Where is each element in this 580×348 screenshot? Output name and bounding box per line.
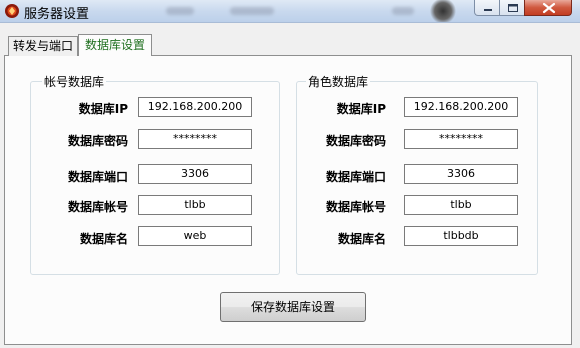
role-db-password-input[interactable]: ********: [404, 129, 518, 149]
blurred-background-text: [166, 7, 194, 15]
role-db-account-label: 数据库帐号: [325, 200, 386, 214]
role-db-ip-label: 数据库IP: [336, 102, 386, 116]
role-db-port-input[interactable]: 3306: [404, 164, 518, 184]
title-bar[interactable]: 服务器设置: [0, 0, 580, 23]
role-db-ip-input[interactable]: 192.168.200.200: [404, 97, 518, 117]
minimize-button[interactable]: [474, 0, 500, 16]
account-db-ip-label: 数据库IP: [78, 102, 128, 116]
account-db-account-input[interactable]: tlbb: [138, 195, 252, 215]
account-db-port-input[interactable]: 3306: [138, 164, 252, 184]
close-icon: [542, 2, 556, 14]
close-button[interactable]: [524, 0, 572, 16]
account-db-title: 帐号数据库: [42, 73, 107, 90]
role-db-name-input[interactable]: tlbbdb: [404, 226, 518, 246]
account-db-name-input[interactable]: web: [138, 226, 252, 246]
maximize-button[interactable]: [499, 0, 525, 16]
window-title: 服务器设置: [24, 7, 90, 22]
account-db-password-label: 数据库密码: [67, 134, 128, 148]
save-database-settings-button[interactable]: 保存数据库设置: [220, 292, 366, 322]
server-settings-window: 服务器设置 转发与端口 数据库设置 帐号数据库 数据库IP 192.168.20…: [0, 0, 580, 348]
active-tab-join: [79, 54, 151, 56]
blurred-background-icon: [428, 0, 458, 22]
maximize-icon: [508, 4, 518, 12]
tab-database-settings[interactable]: 数据库设置: [78, 34, 152, 56]
blurred-background-text: [392, 7, 414, 15]
account-db-account-label: 数据库帐号: [67, 200, 128, 214]
app-icon: [4, 3, 20, 19]
role-db-name-label: 数据库名: [337, 232, 386, 246]
role-db-title: 角色数据库: [306, 73, 371, 90]
account-db-ip-input[interactable]: 192.168.200.200: [138, 97, 252, 117]
blurred-background-text: [230, 7, 274, 15]
role-db-port-label: 数据库端口: [325, 170, 386, 184]
role-db-password-label: 数据库密码: [325, 134, 386, 148]
account-db-password-input[interactable]: ********: [138, 129, 252, 149]
account-db-port-label: 数据库端口: [67, 170, 128, 184]
role-db-account-input[interactable]: tlbb: [404, 195, 518, 215]
account-db-name-label: 数据库名: [79, 232, 128, 246]
tab-forward-port[interactable]: 转发与端口: [8, 36, 78, 56]
minimize-icon: [484, 9, 492, 11]
